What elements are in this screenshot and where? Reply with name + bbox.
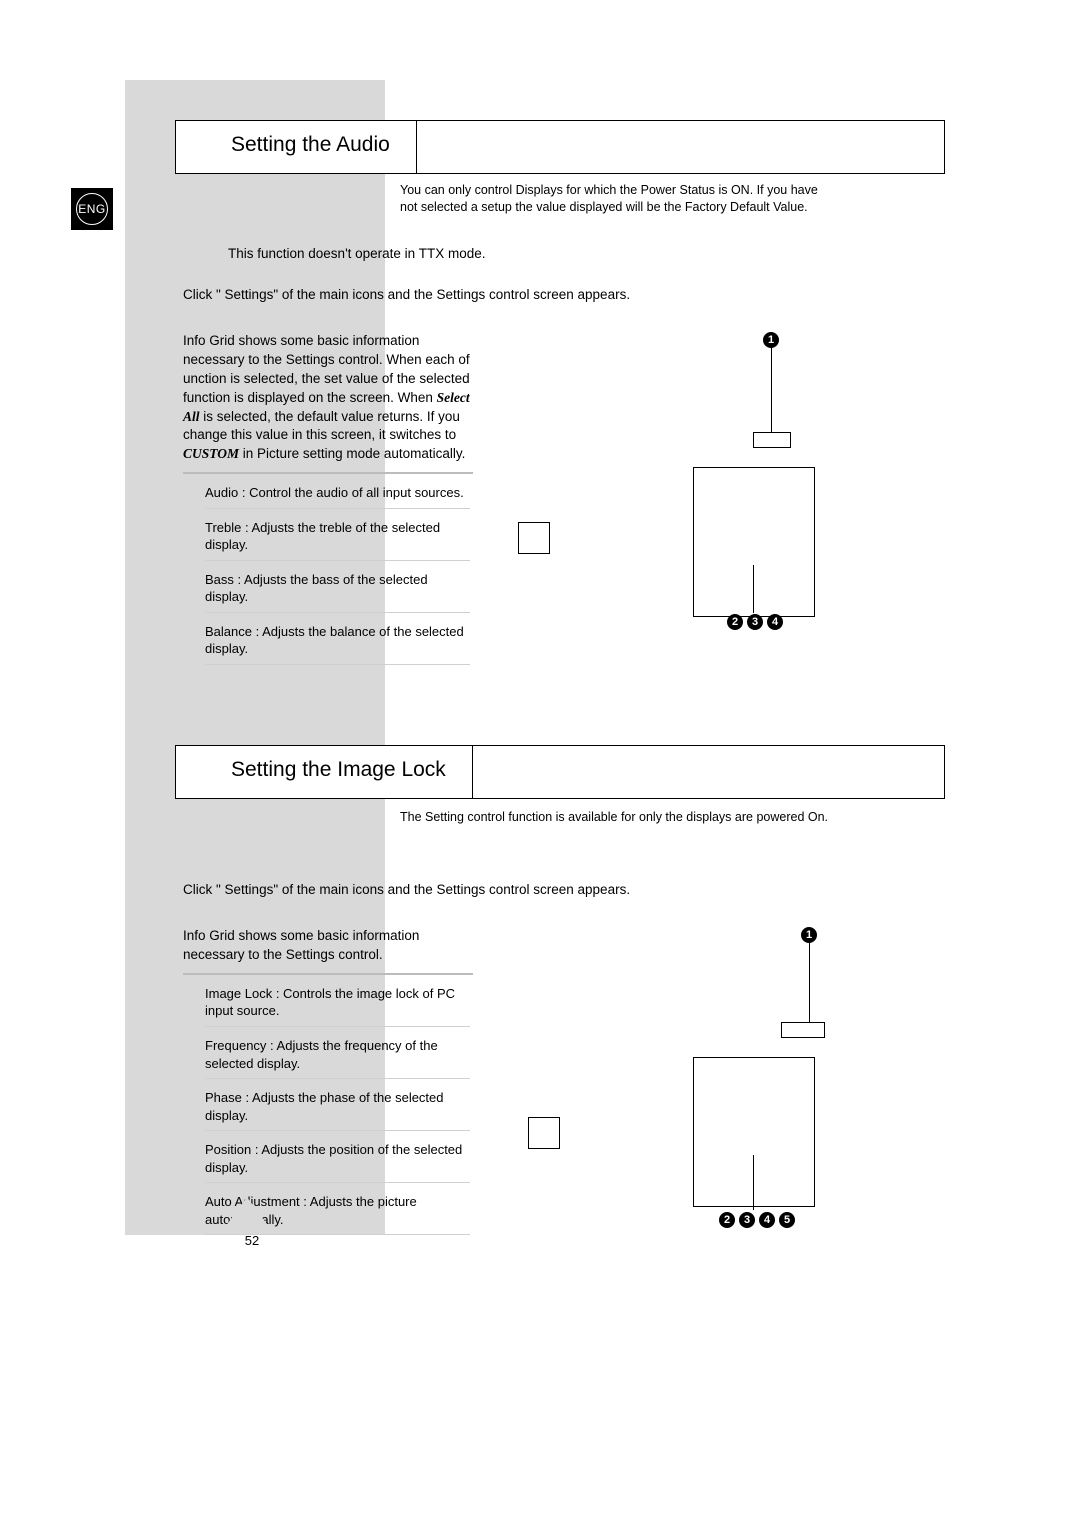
list-item: Bass : Adjusts the bass of the selected …	[205, 571, 470, 613]
callout-line	[809, 943, 810, 1023]
callout-3-icon: 3	[739, 1212, 755, 1228]
info-grid-paragraph: Info Grid shows some basic information n…	[183, 927, 473, 975]
diagram-small-left-box	[518, 522, 550, 554]
callout-5-icon: 5	[779, 1212, 795, 1228]
callout-line	[753, 1155, 754, 1210]
list-item: Balance : Adjusts the balance of the sel…	[205, 623, 470, 665]
diagram-small-top-box	[753, 432, 791, 448]
callout-2-icon: 2	[719, 1212, 735, 1228]
diagram-small-top-box	[781, 1022, 825, 1038]
language-text: ENG	[76, 193, 108, 225]
up-triangle-icon	[225, 1197, 269, 1227]
list-item: Image Lock : Controls the image lock of …	[205, 985, 470, 1027]
callout-4-icon: 4	[759, 1212, 775, 1228]
section-subtitle: You can only control Displays for which …	[400, 182, 835, 216]
callout-3-icon: 3	[747, 614, 763, 630]
callout-2-icon: 2	[727, 614, 743, 630]
section-audio: Setting the Audio You can only control D…	[175, 120, 945, 675]
section-title-box: Setting the Audio	[175, 120, 945, 174]
list-item: Frequency : Adjusts the frequency of the…	[205, 1037, 470, 1079]
page-number: 52	[245, 1233, 259, 1248]
language-badge: ENG	[71, 188, 113, 230]
diagram-image-lock: 1 2 3 4 5	[503, 927, 823, 1247]
section-title: Setting the Image Lock	[176, 746, 473, 798]
section-image-lock: Setting the Image Lock The Setting contr…	[175, 745, 945, 1247]
diagram-big-box	[693, 467, 815, 617]
callout-4-icon: 4	[767, 614, 783, 630]
list-item: Position : Adjusts the position of the s…	[205, 1141, 470, 1183]
list-item: Phase : Adjusts the phase of the selecte…	[205, 1089, 470, 1131]
section-subtitle: The Setting control function is availabl…	[400, 809, 835, 826]
info-grid-paragraph: Info Grid shows some basic information n…	[183, 332, 473, 474]
bullet-list-audio: Audio : Control the audio of all input s…	[205, 484, 470, 665]
section-title-box: Setting the Image Lock	[175, 745, 945, 799]
list-item: Treble : Adjusts the treble of the selec…	[205, 519, 470, 561]
diagram-small-left-box	[528, 1117, 560, 1149]
intro-line: Click " Settings" of the main icons and …	[183, 881, 945, 899]
callout-line	[771, 348, 772, 433]
section-title: Setting the Audio	[176, 121, 417, 173]
page-number-area: 52	[225, 1197, 269, 1248]
callout-1-icon: 1	[763, 332, 779, 348]
diagram-big-box	[693, 1057, 815, 1207]
diagram-audio: 1 2 3 4	[503, 332, 823, 632]
list-item: Audio : Control the audio of all input s…	[205, 484, 470, 509]
callout-line	[753, 565, 754, 613]
intro-line: Click " Settings" of the main icons and …	[183, 286, 945, 304]
note-ttx: This function doesn't operate in TTX mod…	[228, 246, 945, 261]
callout-1-icon: 1	[801, 927, 817, 943]
